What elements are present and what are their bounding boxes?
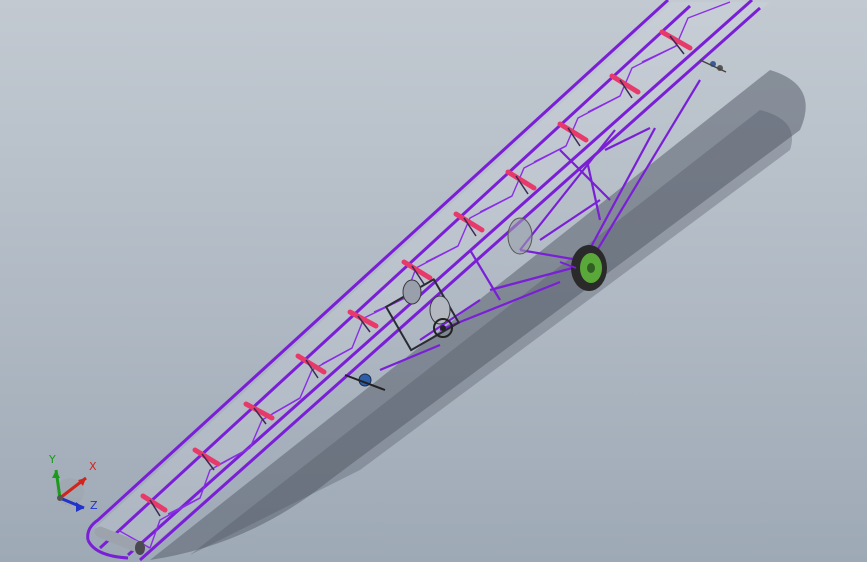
graphics-viewport[interactable]: X Y Z — [0, 0, 867, 562]
conveyor-belt — [95, 2, 770, 548]
axis-triad[interactable]: X Y Z — [40, 452, 110, 522]
conveyor-model[interactable] — [0, 0, 867, 562]
y-axis-label: Y — [49, 453, 56, 466]
top-fittings — [699, 59, 727, 73]
x-axis-label: X — [89, 460, 97, 473]
z-axis-label: Z — [90, 499, 98, 512]
